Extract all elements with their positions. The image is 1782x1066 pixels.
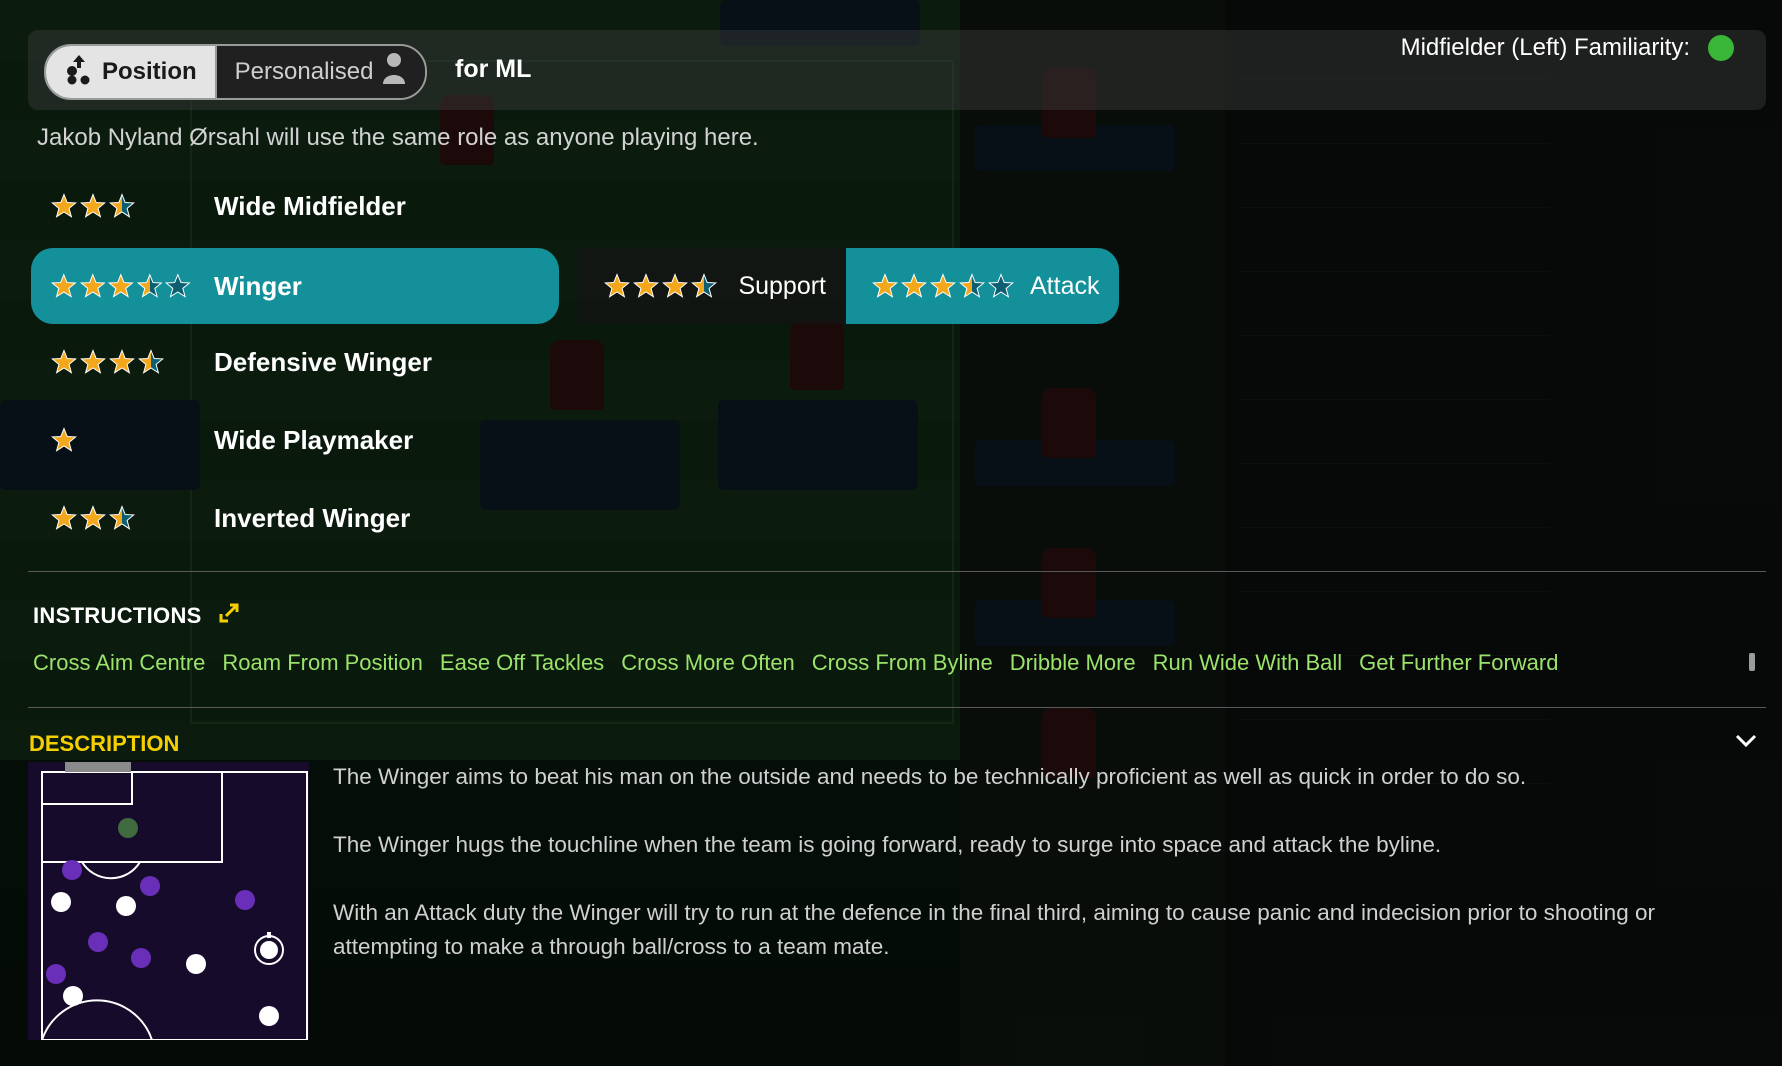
role-option-wide-midfielder[interactable]: Wide Midfielder bbox=[31, 168, 559, 244]
role-option-defensive-winger[interactable]: Defensive Winger bbox=[31, 324, 559, 400]
tab-position-label: Position bbox=[102, 58, 197, 85]
role-option-label: Wide Midfielder bbox=[214, 190, 406, 221]
familiarity-status-dot bbox=[1708, 35, 1734, 61]
same-role-note: Jakob Nyland Ørsahl will use the same ro… bbox=[37, 124, 759, 151]
star-half-icon bbox=[136, 273, 163, 298]
tab-personalised[interactable]: Personalised bbox=[214, 46, 426, 98]
star-half-icon bbox=[959, 273, 985, 298]
formation-icon bbox=[64, 53, 94, 92]
instructions-heading: INSTRUCTIONS bbox=[33, 602, 240, 630]
instructions-heading-label: INSTRUCTIONS bbox=[33, 603, 202, 628]
star-half-icon bbox=[138, 349, 164, 374]
star-half-icon bbox=[109, 505, 135, 530]
instruction-item[interactable]: Cross From Byline bbox=[812, 650, 993, 676]
star-full-icon bbox=[80, 505, 106, 530]
instruction-item[interactable]: Dribble More bbox=[1010, 650, 1136, 676]
chevron-down-icon[interactable] bbox=[1734, 728, 1758, 757]
star-full-icon bbox=[51, 505, 77, 530]
star-full-icon bbox=[79, 273, 106, 298]
star-full-icon bbox=[51, 193, 77, 218]
description-paragraph: The Winger aims to beat his man on the o… bbox=[333, 764, 1527, 789]
star-full-icon bbox=[872, 273, 898, 298]
instruction-item[interactable]: Roam From Position bbox=[222, 650, 423, 676]
star-full-icon bbox=[633, 273, 659, 298]
star-full-icon bbox=[604, 273, 630, 298]
instruction-item[interactable]: Cross Aim Centre bbox=[33, 650, 205, 676]
star-full-icon bbox=[108, 273, 134, 298]
star-full-icon bbox=[51, 349, 77, 374]
role-source-toggle: Position Personalised bbox=[44, 44, 428, 100]
expand-icon[interactable] bbox=[218, 602, 240, 630]
divider bbox=[28, 707, 1766, 708]
star-full-icon bbox=[80, 193, 106, 218]
star-full-icon bbox=[109, 349, 135, 374]
role-option-label: Wide Playmaker bbox=[214, 424, 414, 455]
role-option-winger[interactable]: Winger bbox=[31, 248, 559, 324]
tab-position[interactable]: Position bbox=[46, 46, 215, 98]
familiarity-label: Midfielder (Left) Familiarity: bbox=[1400, 34, 1690, 61]
duty-selector: Support Attack bbox=[578, 248, 1119, 324]
star-full-icon bbox=[662, 273, 688, 298]
instruction-item[interactable]: Get Further Forward bbox=[1359, 650, 1558, 676]
role-rating-stars bbox=[31, 427, 191, 453]
person-icon bbox=[381, 52, 407, 93]
description-heading: DESCRIPTION bbox=[29, 731, 180, 756]
tab-personalised-label: Personalised bbox=[234, 58, 374, 85]
star-empty-icon bbox=[165, 273, 191, 298]
description-paragraph: With an Attack duty the Winger will try … bbox=[333, 900, 1655, 959]
role-option-label: Inverted Winger bbox=[214, 502, 411, 533]
description-text: The Winger aims to beat his man on the o… bbox=[333, 760, 1763, 998]
role-selection-panel: Position Personalised for ML Midfielder … bbox=[0, 0, 1782, 1066]
role-option-wide-playmaker[interactable]: Wide Playmaker bbox=[31, 402, 559, 478]
duty-option-support[interactable]: Support bbox=[578, 248, 846, 324]
role-option-label: Winger bbox=[214, 270, 302, 301]
instruction-item[interactable]: Cross More Often bbox=[621, 650, 795, 676]
divider bbox=[28, 571, 1766, 572]
familiarity-indicator: Midfielder (Left) Familiarity: bbox=[1401, 34, 1734, 62]
instruction-item[interactable]: Run Wide With Ball bbox=[1153, 650, 1343, 676]
description-paragraph: The Winger hugs the touchline when the t… bbox=[333, 832, 1442, 857]
duty-option-label: Attack bbox=[1030, 271, 1100, 300]
star-full-icon bbox=[80, 349, 106, 374]
role-rating-stars bbox=[31, 505, 191, 531]
role-option-label: Defensive Winger bbox=[214, 346, 432, 377]
star-half-icon bbox=[691, 273, 717, 298]
role-rating-stars bbox=[31, 349, 191, 375]
role-option-inverted-winger[interactable]: Inverted Winger bbox=[31, 480, 559, 556]
star-half-icon bbox=[109, 193, 135, 218]
star-full-icon bbox=[930, 273, 956, 298]
duty-rating-stars bbox=[858, 273, 1014, 299]
duty-rating-stars bbox=[590, 273, 717, 299]
star-empty-icon bbox=[988, 273, 1014, 298]
duty-option-attack[interactable]: Attack bbox=[846, 248, 1119, 324]
instructions-scrollbar[interactable] bbox=[1749, 653, 1755, 671]
role-rating-stars bbox=[31, 193, 191, 219]
instructions-list: Cross Aim Centre Roam From Position Ease… bbox=[33, 650, 1558, 676]
star-full-icon bbox=[901, 273, 927, 298]
star-full-icon bbox=[51, 427, 77, 452]
position-label: for ML bbox=[455, 55, 532, 83]
role-movement-diagram bbox=[28, 762, 309, 1040]
instruction-item[interactable]: Ease Off Tackles bbox=[440, 650, 604, 676]
role-rating-stars bbox=[31, 273, 191, 299]
duty-option-label: Support bbox=[738, 271, 826, 300]
star-full-icon bbox=[51, 273, 77, 298]
